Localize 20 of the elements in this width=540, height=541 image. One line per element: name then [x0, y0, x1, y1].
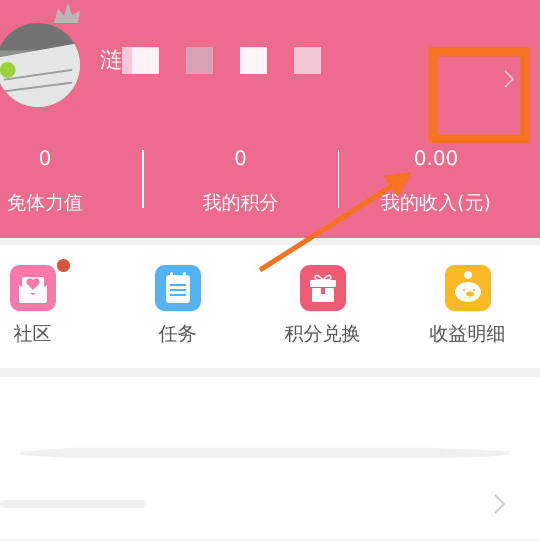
shortcut-label: 任务 — [158, 322, 196, 347]
notepad-icon[interactable] — [154, 265, 200, 311]
stat-value: 0 — [38, 146, 52, 170]
piggy-bank-icon[interactable] — [444, 265, 490, 311]
chevron-right-icon — [494, 494, 506, 514]
stat-value: 0.00 — [414, 146, 458, 170]
user-name: 涟 — [100, 47, 122, 75]
stat-label: 免体力值 — [7, 191, 83, 216]
gift-icon[interactable] — [300, 265, 346, 311]
shortcut-item[interactable]: 社区 — [0, 245, 105, 368]
chevron-right-icon[interactable] — [504, 70, 514, 88]
stat-value: 0 — [234, 146, 247, 170]
shortcut-label: 社区 — [14, 322, 52, 347]
stat-label: 我的收入(元) — [381, 191, 491, 216]
stat-label: 我的积分 — [202, 191, 278, 216]
shortcut-item[interactable]: 任务 — [105, 245, 250, 368]
shortcut-label: 收益明细 — [430, 322, 506, 347]
shortcut-item[interactable]: 收益明细 — [395, 245, 540, 368]
shortcut-item[interactable]: 积分兑换 — [250, 245, 395, 368]
shortcut-label: 积分兑换 — [284, 322, 360, 347]
